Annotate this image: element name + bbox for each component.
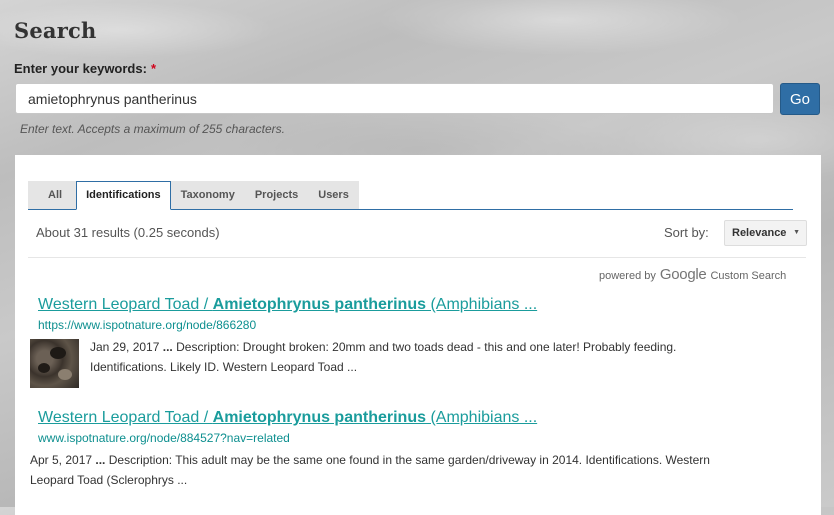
result-thumbnail[interactable] — [30, 339, 79, 388]
page-title: Search — [14, 18, 97, 43]
results-summary: About 31 results (0.25 seconds) — [36, 225, 220, 240]
thumb-detail — [58, 369, 72, 380]
result-title-prefix: Western Leopard Toad / — [38, 296, 213, 313]
result-date: Apr 5, 2017 — [30, 453, 93, 467]
sort-select[interactable]: Relevance ▼ — [724, 220, 807, 246]
result-title-species: Amietophrynus pantherinus — [212, 296, 426, 313]
tab-taxonomy[interactable]: Taxonomy — [170, 181, 245, 209]
results-panel: All Identifications Taxonomy Projects Us… — [15, 155, 821, 515]
tab-users[interactable]: Users — [308, 181, 359, 209]
chevron-down-icon: ▼ — [793, 229, 800, 236]
result-snippet: Jan 29, 2017 ... Description: Drought br… — [90, 338, 810, 377]
snippet-text: Description: This adult may be the same … — [105, 453, 710, 467]
result-url[interactable]: www.ispotnature.org/node/884527?nav=rela… — [38, 431, 290, 445]
snippet-line: Apr 5, 2017 ... Description: This adult … — [30, 451, 810, 471]
result-url[interactable]: https://www.ispotnature.org/node/866280 — [38, 318, 256, 332]
powered-by-text: powered by — [599, 270, 656, 282]
snippet-text: Description: Drought broken: 20mm and tw… — [172, 340, 677, 354]
divider — [28, 257, 806, 258]
sort-select-value: Relevance — [732, 227, 787, 239]
result-tabs: All Identifications Taxonomy Projects Us… — [28, 181, 793, 210]
sort-label: Sort by: — [664, 225, 709, 240]
snippet-line: Leopard Toad (Sclerophrys ... — [30, 472, 188, 487]
google-logo: Google — [659, 266, 707, 283]
result-title-suffix: (Amphibians ... — [426, 409, 538, 426]
custom-search-text: Custom Search — [710, 270, 787, 282]
keywords-label: Enter your keywords: * — [14, 61, 156, 76]
result-title-species: Amietophrynus pantherinus — [212, 409, 426, 426]
result-title-prefix: Western Leopard Toad / — [38, 409, 213, 426]
result-snippet: Apr 5, 2017 ... Description: This adult … — [30, 451, 810, 490]
result-date: Jan 29, 2017 — [90, 340, 160, 354]
thumb-detail — [38, 363, 50, 373]
help-text: Enter text. Accepts a maximum of 255 cha… — [20, 122, 285, 136]
result-title-suffix: (Amphibians ... — [426, 296, 538, 313]
snippet-line: Identifications. Likely ID. Western Leop… — [90, 359, 358, 374]
snippet-ellipsis: ... — [95, 453, 106, 467]
result-title-link[interactable]: Western Leopard Toad / Amietophrynus pan… — [38, 296, 537, 314]
keywords-label-text: Enter your keywords: — [14, 61, 147, 76]
tab-all[interactable]: All — [28, 181, 77, 209]
required-marker: * — [150, 61, 156, 76]
go-button[interactable]: Go — [780, 83, 820, 115]
snippet-line: Jan 29, 2017 ... Description: Drought br… — [90, 338, 810, 358]
result-title-link[interactable]: Western Leopard Toad / Amietophrynus pan… — [38, 409, 537, 427]
tab-identifications[interactable]: Identifications — [76, 181, 171, 210]
tab-projects[interactable]: Projects — [244, 181, 309, 209]
search-input[interactable] — [15, 83, 774, 114]
thumb-detail — [50, 347, 66, 359]
snippet-ellipsis: ... — [162, 340, 173, 354]
powered-by-google: powered by Google Custom Search — [599, 266, 786, 283]
